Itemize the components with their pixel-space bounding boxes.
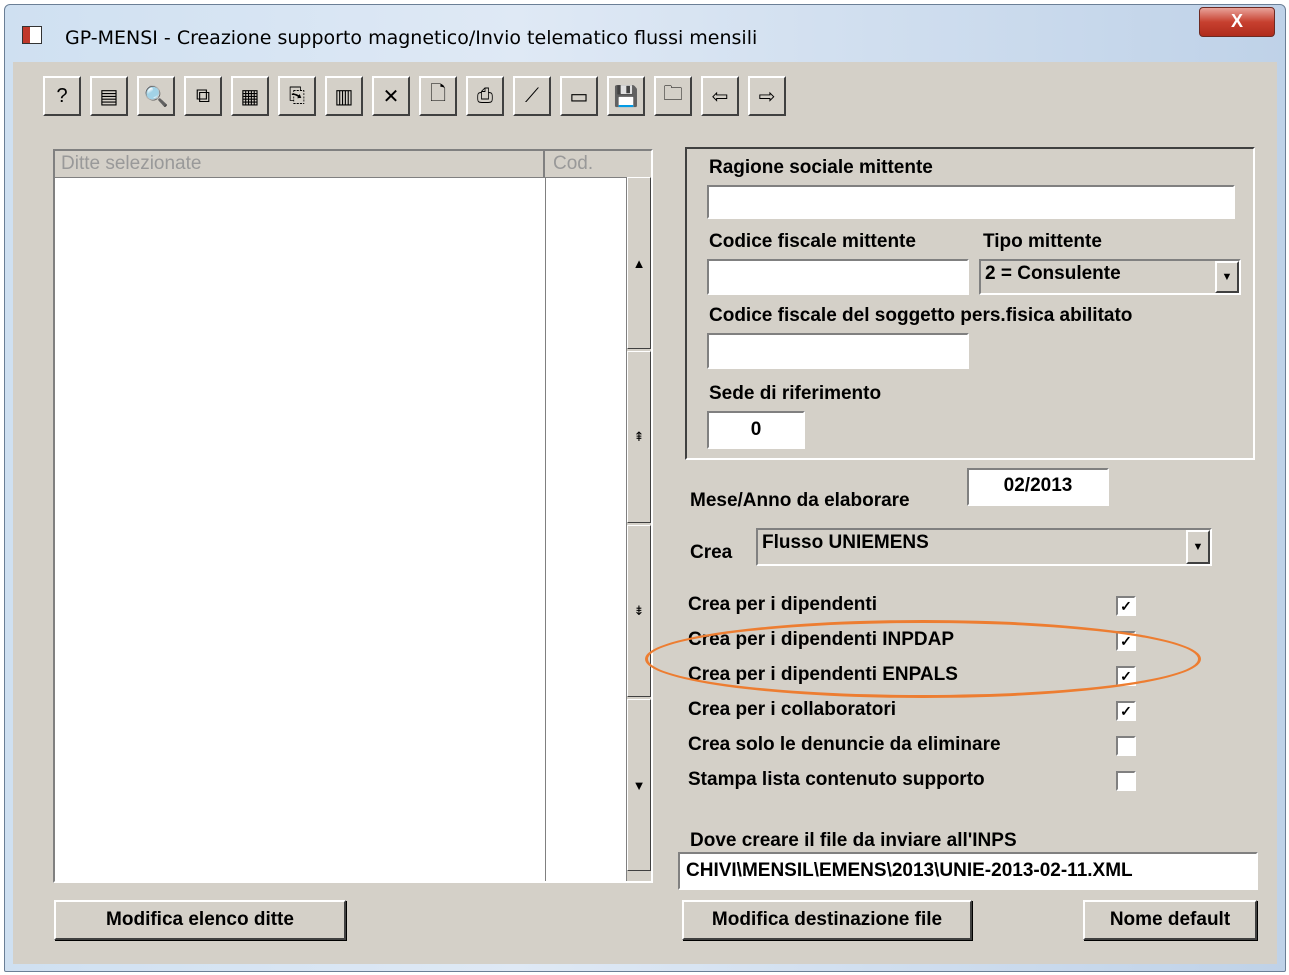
option-label: Crea per i dipendenti ENPALS (688, 664, 958, 685)
tipo-mittente-label: Tipo mittente (983, 231, 1102, 252)
option-label: Crea per i collaboratori (688, 699, 897, 720)
cf-mittente-field[interactable] (707, 259, 969, 295)
preview-icon: 🗋 (429, 83, 447, 105)
scroll-up-button[interactable]: ▲ (627, 177, 651, 349)
copy-icon: ⎘ (289, 84, 305, 107)
option-label: Stampa lista contenuto supporto (688, 769, 985, 790)
output-path-label: Dove creare il file da inviare all'INPS (690, 830, 1017, 851)
print-icon: ⎙ (477, 84, 493, 107)
help-icon: ? (56, 84, 68, 107)
column-divider (545, 177, 546, 881)
calculator-icon: ▦ (240, 85, 260, 108)
sede-field[interactable]: 0 (707, 411, 805, 449)
modify-company-list-button[interactable]: Modifica elenco ditte (54, 900, 346, 940)
app-icon (22, 26, 42, 44)
option-label: Crea per i dipendenti (688, 594, 877, 615)
column-header-code[interactable]: Cod. (547, 151, 633, 177)
title-bar[interactable]: GP-MENSI - Creazione supporto magnetico/… (5, 5, 1285, 65)
client-area: ? ▤ 🔍 ⧉ ▦ ⎘ ▥ ✕ 🗋 ⎙ ⟋ ▭ 💾 🗀 ⇦ ⇨ Ditte selezionate Cod. … (13, 62, 1277, 964)
chevron-down-icon[interactable]: ▼ (1186, 530, 1210, 564)
vertical-scrollbar[interactable]: ▲ ⇞ ⇟ ▼ (626, 177, 651, 881)
close-button[interactable]: X (1199, 7, 1275, 37)
pdf-button[interactable]: ⟋ (513, 76, 551, 116)
properties-button[interactable]: ▤ (90, 76, 128, 116)
crea-label: Crea (690, 542, 733, 563)
save-button[interactable]: 💾 (607, 76, 645, 116)
main-window: GP-MENSI - Creazione supporto magnetico/… (4, 4, 1286, 972)
cf-soggetto-field[interactable] (707, 333, 969, 369)
crea-select[interactable]: Flusso UNIEMENS ▼ (756, 528, 1212, 566)
option-checkbox[interactable]: ✓ (1116, 596, 1136, 616)
tipo-mittente-value: 2 = Consulente (985, 263, 1121, 284)
copy-records-icon: ⧉ (195, 84, 211, 107)
option-checkbox[interactable]: ✓ (1116, 631, 1136, 651)
double-arrow-down-icon: ⇟ (633, 603, 645, 618)
page-up-button[interactable]: ⇞ (627, 351, 651, 523)
save-icon: 💾 (613, 85, 639, 108)
modify-destination-button[interactable]: Modifica destinazione file (682, 900, 972, 940)
edit-icon: ▭ (569, 85, 589, 108)
preview-button[interactable]: 🗋 (419, 76, 457, 116)
arrow-right-icon: ⇨ (758, 85, 776, 108)
pdf-icon: ⟋ (525, 84, 539, 107)
cf-mittente-label: Codice fiscale mittente (709, 231, 916, 252)
double-arrow-up-icon: ⇞ (633, 429, 645, 444)
option-label: Crea solo le denuncie da eliminare (688, 734, 1001, 755)
open-folder-icon: 🗀 (663, 83, 683, 105)
grid-button[interactable]: ▥ (325, 76, 363, 116)
properties-icon: ▤ (99, 85, 119, 108)
selected-companies-list[interactable]: Ditte selezionate Cod. ▲ ⇞ ⇟ ▼ (53, 149, 653, 883)
chevron-down-icon[interactable]: ▼ (1215, 261, 1239, 293)
delete-icon: ✕ (382, 85, 400, 108)
window-title: GP-MENSI - Creazione supporto magnetico/… (65, 27, 758, 49)
option-checkbox[interactable]: ✓ (1116, 666, 1136, 686)
output-path-field[interactable]: CHIVI\MENSIL\EMENS\2013\UNIE-2013-02-11.… (678, 852, 1258, 890)
calculator-button[interactable]: ▦ (231, 76, 269, 116)
copy-button[interactable]: ⎘ (278, 76, 316, 116)
grid-icon: ▥ (334, 85, 354, 108)
option-checkbox[interactable]: ✓ (1116, 701, 1136, 721)
open-folder-button[interactable]: 🗀 (654, 76, 692, 116)
list-header: Ditte selezionate Cod. (55, 151, 651, 178)
crea-value: Flusso UNIEMENS (762, 532, 929, 553)
tipo-mittente-select[interactable]: 2 = Consulente ▼ (979, 259, 1241, 295)
edit-button[interactable]: ▭ (560, 76, 598, 116)
delete-button[interactable]: ✕ (372, 76, 410, 116)
option-label: Crea per i dipendenti INPDAP (688, 629, 955, 650)
ragione-sociale-label: Ragione sociale mittente (709, 157, 933, 178)
mese-anno-field[interactable]: 02/2013 (967, 468, 1109, 506)
scroll-down-button[interactable]: ▼ (627, 699, 651, 871)
option-checkbox[interactable] (1116, 736, 1136, 756)
arrow-up-icon: ▲ (632, 255, 646, 271)
copy-records-button[interactable]: ⧉ (184, 76, 222, 116)
ragione-sociale-field[interactable] (707, 185, 1235, 219)
sender-group: Ragione sociale mittente Codice fiscale … (685, 147, 1255, 460)
arrow-left-icon: ⇦ (711, 85, 729, 108)
column-header-companies[interactable]: Ditte selezionate (55, 151, 545, 177)
default-name-button[interactable]: Nome default (1083, 900, 1257, 940)
mese-anno-label: Mese/Anno da elaborare (690, 490, 910, 511)
sede-label: Sede di riferimento (709, 383, 882, 404)
option-checkbox[interactable] (1116, 771, 1136, 791)
binoculars-button[interactable]: 🔍 (137, 76, 175, 116)
arrow-right-button[interactable]: ⇨ (748, 76, 786, 116)
arrow-left-button[interactable]: ⇦ (701, 76, 739, 116)
page-down-button[interactable]: ⇟ (627, 525, 651, 697)
print-button[interactable]: ⎙ (466, 76, 504, 116)
cf-soggetto-label: Codice fiscale del soggetto pers.fisica … (709, 305, 1133, 326)
help-button[interactable]: ? (43, 76, 81, 116)
binoculars-icon: 🔍 (143, 85, 169, 108)
arrow-down-icon: ▼ (632, 777, 646, 793)
